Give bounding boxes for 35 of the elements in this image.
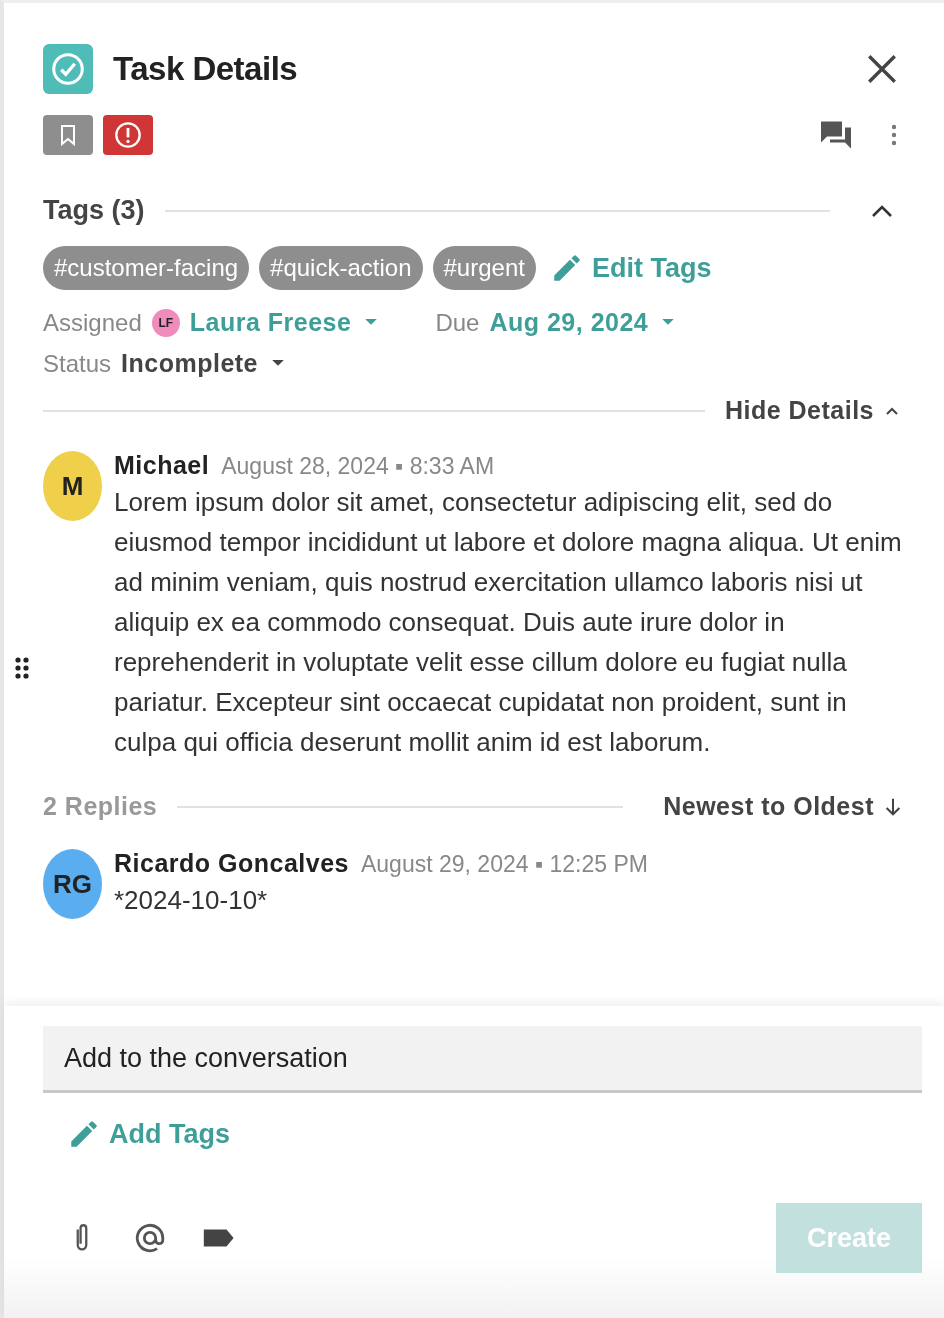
panel-title: Task Details	[113, 50, 299, 88]
author-name: Ricardo Goncalves	[114, 849, 349, 878]
close-icon[interactable]	[865, 52, 899, 86]
caret-icon	[272, 360, 285, 367]
comment-text: Lorem ipsum dolor sit amet, consectetur adipiscing elit, sed do eiusmod tempor incididunt ut labore et dolore magna aliqua. Ut enim ad minim veniam, quis nostrud exercitation ullamco laboris nisi ut aliquip ex ea commodo consequat. Duis aute irure dolor in reprehenderit in voluptate velit esse cillum dolore eu fugiat nulla pariatur. Excepteur sint occaecat cupidatat non proident, sunt in culpa qui officia deserunt mollit anim id est laborum.	[114, 486, 903, 759]
assignee-dropdown[interactable]: Laura Freese	[189, 308, 378, 337]
section-title: Tags (3)	[43, 195, 145, 226]
tag-chip[interactable]: #urgent	[432, 246, 536, 290]
tag-chip[interactable]: #quick-action	[259, 246, 423, 290]
caret-icon	[365, 319, 378, 326]
reply-count: 2 Replies	[43, 792, 158, 821]
bookmark-button[interactable]	[43, 115, 93, 155]
message-input[interactable]: Add to the conversation	[43, 1026, 922, 1093]
hide-details-toggle[interactable]: Hide Details	[724, 396, 900, 425]
at-sign-icon[interactable]	[133, 1221, 167, 1255]
field-label: Assigned	[43, 308, 142, 337]
edit-tags-link[interactable]: Edit Tags	[545, 251, 716, 285]
add-tags-link[interactable]: Add Tags	[63, 1117, 234, 1151]
field-label: Status	[43, 349, 112, 378]
timestamp: August 29, 2024 ▪ 12:25 PM	[361, 851, 648, 878]
author-name: Michael	[114, 451, 210, 480]
avatar: LF	[151, 308, 180, 337]
alert-icon	[114, 121, 142, 149]
sort-button[interactable]: Newest to Oldest	[663, 792, 904, 821]
timestamp: August 28, 2024 ▪ 8:33 AM	[221, 453, 495, 480]
more-icon[interactable]	[890, 123, 898, 147]
caret-icon	[662, 319, 675, 326]
status-dropdown[interactable]: Incomplete	[121, 349, 285, 378]
field-label: Due	[435, 308, 480, 337]
reply-text: *2024-10-10*	[114, 884, 269, 917]
alert-button[interactable]	[103, 115, 153, 155]
avatar: M	[43, 451, 102, 521]
avatar: RG	[43, 849, 102, 919]
due-date-dropdown[interactable]: Aug 29, 2024	[489, 308, 675, 337]
tag-chip[interactable]: #customer-facing	[43, 246, 250, 290]
